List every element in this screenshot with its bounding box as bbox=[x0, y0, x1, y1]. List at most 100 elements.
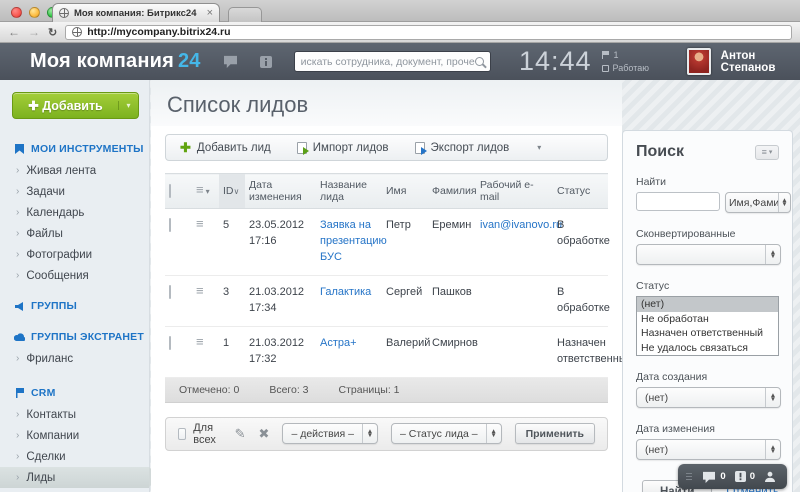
contacts-person-icon[interactable] bbox=[764, 471, 776, 483]
status-option[interactable]: Назначен ответственный bbox=[637, 326, 778, 341]
row-menu-icon[interactable]: ≡ bbox=[196, 334, 204, 349]
lead-name-link[interactable]: Галактика bbox=[320, 286, 371, 298]
section-crm[interactable]: CRM bbox=[0, 381, 149, 404]
new-tab-button[interactable] bbox=[228, 7, 262, 22]
work-clock[interactable]: 14:44 bbox=[519, 46, 592, 77]
chevron-right-icon: › bbox=[16, 430, 19, 441]
table-footer: Отмечено: 0 Всего: 3 Страницы: 1 bbox=[165, 378, 608, 403]
notifications-icon[interactable] bbox=[735, 471, 746, 482]
sidebar-item-freelance[interactable]: ›Фриланс bbox=[0, 348, 149, 369]
sidebar-item-calendar[interactable]: ›Календарь bbox=[0, 202, 149, 223]
grid-settings-icon[interactable]: ≡▾ bbox=[196, 182, 210, 197]
work-status[interactable]: 1 Работаю bbox=[602, 50, 649, 73]
sidebar-item-messages[interactable]: ›Сообщения bbox=[0, 265, 149, 286]
window-minimize-button[interactable] bbox=[29, 7, 40, 18]
address-bar[interactable]: http://mycompany.bitrix24.ru bbox=[65, 25, 792, 40]
browser-tab[interactable]: Моя компания: Битрикс24 × bbox=[52, 3, 220, 22]
sidebar-item-live-feed[interactable]: ›Живая лента bbox=[0, 160, 149, 181]
sidebar-item-contacts[interactable]: ›Контакты bbox=[0, 404, 149, 425]
status-option[interactable]: (нет) bbox=[637, 297, 778, 312]
panel-menu-icon[interactable]: ≡▾ bbox=[755, 145, 779, 160]
sidebar-item-label: Сделки bbox=[26, 451, 65, 463]
sidebar-item-tasks[interactable]: ›Задачи bbox=[0, 181, 149, 202]
user-avatar[interactable] bbox=[687, 48, 711, 75]
sidebar-item-label: Фриланс bbox=[26, 353, 73, 365]
sidebar-item-events[interactable]: ›События bbox=[0, 488, 149, 492]
lead-name-link[interactable]: Заявка на презентацию БУС bbox=[320, 219, 387, 263]
section-extranet-groups[interactable]: ГРУППЫ ЭКСТРАНЕТ bbox=[0, 325, 149, 348]
row-menu-icon[interactable]: ≡ bbox=[196, 283, 204, 298]
date-created-select[interactable]: (нет) ▲▼ bbox=[636, 387, 781, 408]
search-panel-title: Поиск bbox=[636, 143, 684, 161]
messenger-dock[interactable]: 0 0 bbox=[678, 464, 787, 489]
add-button-label: Добавить bbox=[42, 99, 103, 113]
sidebar-item-files[interactable]: ›Файлы bbox=[0, 223, 149, 244]
sidebar-item-label: Живая лента bbox=[26, 165, 96, 177]
column-date-modified[interactable]: Дата изменения bbox=[245, 174, 316, 209]
status-option[interactable]: Не удалось связаться bbox=[637, 341, 778, 356]
row-menu-icon[interactable]: ≡ bbox=[196, 216, 204, 231]
lead-name-link[interactable]: Астра+ bbox=[320, 337, 357, 349]
column-lead-name[interactable]: Название лида bbox=[316, 174, 382, 209]
flag-icon bbox=[602, 51, 610, 59]
drag-handle[interactable] bbox=[686, 473, 692, 480]
add-lead-button[interactable]: ✚Добавить лид bbox=[180, 141, 271, 154]
back-icon[interactable]: ← bbox=[8, 26, 20, 38]
export-caret-icon[interactable]: ▾ bbox=[537, 143, 541, 152]
forward-icon[interactable]: → bbox=[28, 26, 40, 38]
delete-icon[interactable]: ✖ bbox=[259, 426, 270, 442]
reload-icon[interactable]: ↻ bbox=[48, 26, 57, 39]
lead-status-select[interactable]: – Статус лида – ▲▼ bbox=[391, 423, 502, 444]
section-my-tools[interactable]: МОИ ИНСТРУМЕНТЫ bbox=[0, 137, 149, 160]
row-checkbox[interactable] bbox=[169, 285, 171, 299]
row-checkbox[interactable] bbox=[169, 218, 171, 232]
export-icon bbox=[415, 142, 425, 154]
sidebar-item-deals[interactable]: ›Сделки bbox=[0, 446, 149, 467]
add-caret-icon[interactable]: ▾ bbox=[118, 101, 138, 110]
status-checkbox-icon[interactable] bbox=[602, 65, 609, 72]
converted-select[interactable]: ▲▼ bbox=[636, 244, 781, 265]
select-stepper-icon: ▲▼ bbox=[765, 245, 780, 264]
global-search-input[interactable] bbox=[301, 56, 475, 68]
email-link[interactable]: ivan@ivanovo.ru bbox=[480, 219, 562, 231]
tab-close-icon[interactable]: × bbox=[207, 8, 213, 19]
page-title: Список лидов bbox=[167, 92, 622, 118]
chat-bubble-icon[interactable] bbox=[223, 55, 238, 68]
flag-count: 1 bbox=[614, 50, 619, 60]
status-listbox[interactable]: (нет) Не обработан Назначен ответственны… bbox=[636, 296, 779, 356]
column-status[interactable]: Статус bbox=[553, 174, 608, 209]
sidebar-item-photos[interactable]: ›Фотографии bbox=[0, 244, 149, 265]
app-logo[interactable]: Моя компания24 bbox=[30, 50, 201, 73]
status-option[interactable]: Не обработан bbox=[637, 312, 778, 327]
column-first-name[interactable]: Имя bbox=[382, 174, 428, 209]
apply-button[interactable]: Применить bbox=[515, 423, 595, 444]
sidebar-item-label: Контакты bbox=[26, 409, 76, 421]
messages-icon[interactable] bbox=[702, 471, 716, 483]
find-input[interactable] bbox=[636, 192, 720, 211]
column-id[interactable]: ID∨ bbox=[219, 174, 245, 209]
import-leads-button[interactable]: Импорт лидов bbox=[297, 142, 389, 154]
edit-pencil-icon[interactable]: ✎ bbox=[235, 426, 246, 442]
section-label: МОИ ИНСТРУМЕНТЫ bbox=[31, 143, 144, 155]
notifications-count: 0 bbox=[750, 471, 755, 482]
title-band: Список лидов bbox=[151, 80, 622, 126]
sidebar-item-leads[interactable]: ›Лиды bbox=[0, 467, 149, 488]
export-leads-button[interactable]: Экспорт лидов bbox=[415, 142, 510, 154]
select-all-checkbox[interactable] bbox=[169, 184, 171, 198]
column-work-email[interactable]: Рабочий e-mail bbox=[476, 174, 553, 209]
section-groups[interactable]: ГРУППЫ bbox=[0, 294, 149, 317]
actions-select[interactable]: – действия – ▲▼ bbox=[282, 423, 378, 444]
column-last-name[interactable]: Фамилия bbox=[428, 174, 476, 209]
chevron-right-icon: › bbox=[16, 207, 19, 218]
info-icon[interactable] bbox=[260, 56, 272, 68]
row-checkbox[interactable] bbox=[169, 336, 171, 350]
sidebar-item-companies[interactable]: ›Компании bbox=[0, 425, 149, 446]
logo-text: Моя компания bbox=[30, 50, 174, 72]
window-close-button[interactable] bbox=[11, 7, 22, 18]
date-modified-select[interactable]: (нет) ▲▼ bbox=[636, 439, 781, 460]
global-search[interactable] bbox=[294, 51, 491, 72]
user-name[interactable]: Антон Степанов bbox=[721, 50, 800, 74]
find-field-select[interactable]: Имя,Фамил ▲▼ bbox=[725, 192, 791, 213]
for-all-checkbox[interactable] bbox=[178, 428, 186, 440]
add-button[interactable]: ✚ Добавить ▾ bbox=[12, 92, 139, 119]
